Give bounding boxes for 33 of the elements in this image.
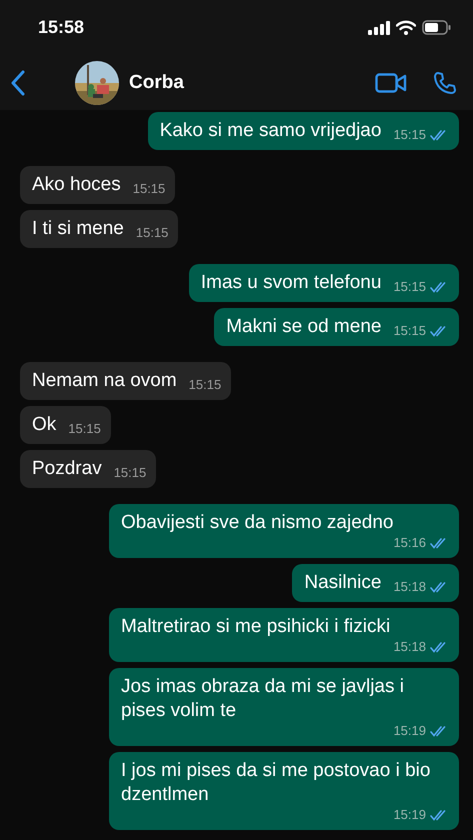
- message-text: Pozdrav: [32, 457, 102, 481]
- back-icon[interactable]: [11, 70, 25, 96]
- message-text: I jos mi pises da si me postovao i bio dzentlmen: [121, 759, 432, 807]
- message-text: Nemam na ovom: [32, 369, 177, 393]
- message-time: 15:15: [393, 127, 426, 143]
- message-time: 15:15: [188, 377, 222, 393]
- message-time: 15:15: [132, 181, 166, 197]
- message-time: 15:18: [393, 579, 426, 595]
- message-text: Nasilnice: [304, 571, 382, 595]
- message-text: Ok: [32, 413, 56, 437]
- message-text: Jos imas obraza da mi se javljas i pises volim te: [121, 675, 405, 723]
- message-text: Obavijesti sve da nismo zajedno: [121, 511, 394, 535]
- signal-icon: [368, 20, 390, 34]
- message-time: 15:15: [393, 323, 426, 339]
- message-time: 15:15: [68, 421, 101, 437]
- phone-icon[interactable]: [433, 70, 457, 94]
- message-text: Maltretirao si me psihicki i fizicki: [121, 615, 390, 639]
- message-time: 15:18: [393, 639, 426, 655]
- message-text: Makni se od mene: [226, 315, 382, 339]
- message-text: Kako si me samo vrijedjao: [160, 119, 382, 143]
- battery-icon: [422, 20, 451, 35]
- message-text: I ti si mene: [32, 217, 124, 241]
- video-call-icon[interactable]: [375, 72, 407, 92]
- message-time: 15:16: [393, 535, 426, 551]
- message-time: 15:15: [136, 225, 168, 241]
- message-time: 15:19: [393, 807, 426, 823]
- message-text: Ako hoces: [32, 173, 121, 197]
- status-time: 15:58: [38, 17, 84, 38]
- message-text: Imas u svom telefonu: [200, 271, 382, 295]
- wifi-icon: [396, 20, 416, 35]
- message-time: 15:15: [393, 279, 426, 295]
- message-time: 15:15: [114, 465, 146, 481]
- message-time: 15:19: [393, 723, 426, 739]
